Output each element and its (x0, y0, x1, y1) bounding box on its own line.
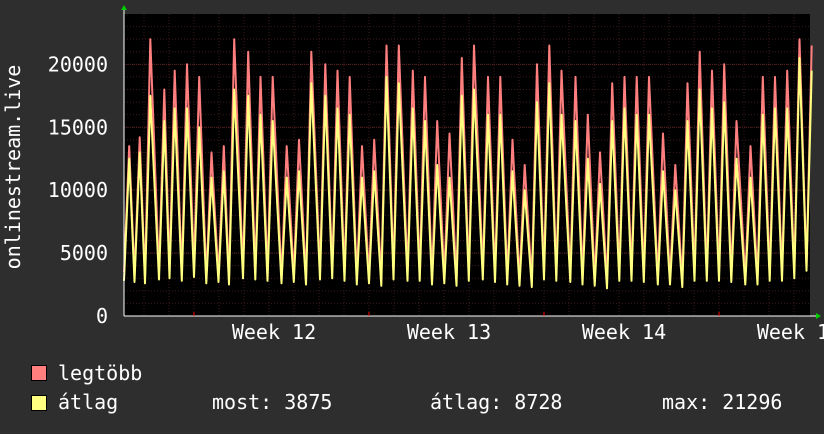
legend-max-swatch (31, 365, 47, 381)
legend-avg-swatch (31, 395, 47, 411)
stat-average: átlag: 8728 (430, 390, 563, 414)
x-tick-label: Week 14 (582, 320, 666, 344)
y-tick-label: 5000 (60, 241, 108, 265)
legend-avg-label: átlag (58, 390, 119, 414)
chart: 0 5000 10000 15000 20000 Week 12 Week 13 Week 1… (0, 0, 824, 430)
x-tick-label: Week 12 (232, 320, 316, 344)
x-axis-arrow (816, 313, 821, 319)
y-tick-label: 20000 (48, 52, 108, 76)
x-tick-label: Week 13 (407, 320, 491, 344)
legend-max-label: legtöbb (58, 361, 143, 385)
stat-current: most: 3875 (212, 390, 333, 414)
y-axis-arrow (121, 5, 127, 10)
y-axis-label: onlinestream.live (1, 65, 25, 270)
stat-maximum: max: 21296 (662, 390, 783, 414)
x-tick-label: Week 15 (757, 320, 824, 344)
y-tick-label: 15000 (48, 115, 108, 139)
y-tick-label: 0 (96, 304, 108, 328)
y-tick-label: 10000 (48, 178, 108, 202)
